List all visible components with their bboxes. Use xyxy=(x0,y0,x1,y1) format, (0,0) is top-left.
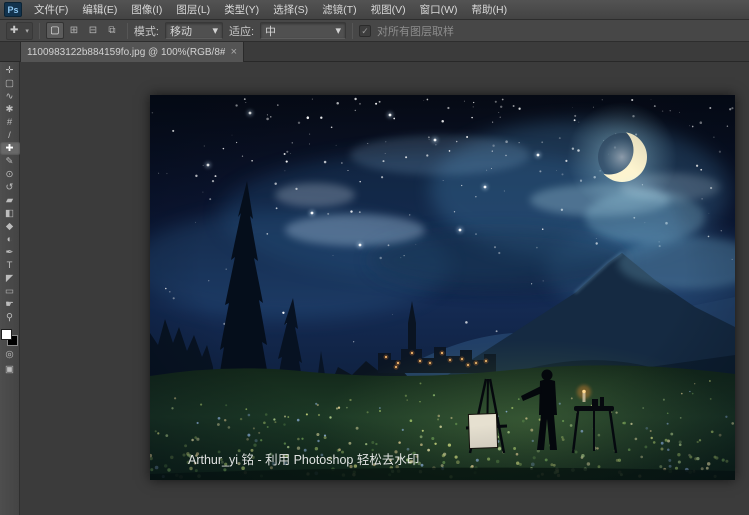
tool-preset-picker[interactable]: ✚ ▾ xyxy=(6,21,33,40)
menu-item-8[interactable]: 视图(V) xyxy=(364,0,413,19)
move-tool[interactable]: ✛ xyxy=(0,64,20,77)
adaptation-dropdown[interactable]: 中 ▾ xyxy=(260,22,347,39)
eraser-tool[interactable]: ▰ xyxy=(0,194,20,207)
divider xyxy=(352,22,354,39)
lasso-tool[interactable]: ∿ xyxy=(0,90,20,103)
options-bar: ✚ ▾ ▢ ⊞ ⊟ ⧉ 模式: 移动 ▾ 适应: 中 ▾ ✓ 对所有图层取样 xyxy=(0,20,749,42)
history-brush-tool[interactable]: ↺ xyxy=(0,181,20,194)
intersect-selection-icon[interactable]: ⧉ xyxy=(103,22,121,39)
chevron-down-icon: ▾ xyxy=(335,25,342,37)
blur-tool[interactable]: ◆ xyxy=(0,220,20,233)
selection-modes: ▢ ⊞ ⊟ ⧉ xyxy=(45,22,121,39)
menu-item-4[interactable]: 图层(L) xyxy=(169,0,217,19)
document-image[interactable]: Arthur_yi 铭 - 利用 Photoshop 轻松去水印 xyxy=(150,95,735,480)
subtract-selection-icon[interactable]: ⊟ xyxy=(84,22,102,39)
chevron-down-icon: ▾ xyxy=(212,25,218,37)
document-tab-title: 1100983122b884159fo.jpg @ 100%(RGB/8#) xyxy=(27,46,225,58)
watermark-text: Arthur_yi 铭 - 利用 Photoshop 轻松去水印 xyxy=(188,452,419,467)
menu-item-2[interactable]: 编辑(E) xyxy=(75,0,124,19)
tab-close-icon[interactable]: × xyxy=(225,46,237,58)
crop-tool[interactable]: # xyxy=(0,116,20,129)
shape-tool[interactable]: ▭ xyxy=(0,285,20,298)
mode-label: 模式: xyxy=(133,25,159,38)
adaptation-label: 适应: xyxy=(228,25,255,38)
eyedropper-tool[interactable]: / xyxy=(0,129,20,142)
adaptation-value: 中 xyxy=(265,25,277,38)
tab-bar: 1100983122b884159fo.jpg @ 100%(RGB/8#) × xyxy=(0,42,749,62)
type-tool[interactable]: T xyxy=(0,259,20,272)
path-selection-tool[interactable]: ◤ xyxy=(0,272,20,285)
sample-all-layers-label: 对所有图层取样 xyxy=(377,25,455,38)
menu-item-10[interactable]: 帮助(H) xyxy=(465,0,515,19)
quick-selection-tool[interactable]: ✱ xyxy=(0,103,20,116)
zoom-tool[interactable]: ⚲ xyxy=(0,311,20,324)
clone-stamp-tool[interactable]: ⊙ xyxy=(0,168,20,181)
document-tab[interactable]: 1100983122b884159fo.jpg @ 100%(RGB/8#) × xyxy=(20,42,244,62)
foreground-color-swatch[interactable] xyxy=(1,329,12,340)
color-swatches xyxy=(1,329,18,346)
tool-list: ✛ ▢ ∿ ✱ # / ✚ ✎ ⊙ ↺ ▰ ◧ ◆ ◐ ✒ T ◤ ▭ ☛ ⚲ xyxy=(0,64,20,324)
healing-brush-tool[interactable]: ✚ xyxy=(0,142,20,155)
new-selection-icon[interactable]: ▢ xyxy=(45,22,64,39)
brush-tool[interactable]: ✎ xyxy=(0,155,20,168)
menu-bar: Ps 文件(F) 编辑(E) 图像(I) 图层(L) 类型(Y) 选择(S) 滤镜(T) 视图… xyxy=(0,0,749,20)
mode-value: 移动 xyxy=(169,25,192,38)
dodge-tool[interactable]: ◐ xyxy=(0,233,20,246)
menu-item-1[interactable]: 文件(F) xyxy=(27,0,75,19)
gradient-tool[interactable]: ◧ xyxy=(0,207,20,220)
menu-item-6[interactable]: 选择(S) xyxy=(266,0,315,19)
rectangular-marquee-tool[interactable]: ▢ xyxy=(0,77,20,90)
menu-item-9[interactable]: 窗口(W) xyxy=(413,0,465,19)
pen-tool[interactable]: ✒ xyxy=(0,246,20,259)
screen-mode-button[interactable]: ▣ xyxy=(0,363,20,376)
menu-items: 文件(F) 编辑(E) 图像(I) 图层(L) 类型(Y) 选择(S) 滤镜(T) 视图(V)… xyxy=(27,0,514,19)
document-window[interactable]: Arthur_yi 铭 - 利用 Photoshop 轻松去水印 xyxy=(150,95,735,480)
tools-panel: ✛ ▢ ∿ ✱ # / ✚ ✎ ⊙ ↺ ▰ ◧ ◆ ◐ ✒ T ◤ ▭ ☛ ⚲ ◎ ▣ xyxy=(0,62,20,515)
mode-dropdown[interactable]: 移动 ▾ xyxy=(164,22,223,39)
divider xyxy=(126,22,128,39)
menu-item-3[interactable]: 图像(I) xyxy=(124,0,169,19)
canvas-area[interactable]: Arthur_yi 铭 - 利用 Photoshop 轻松去水印 xyxy=(20,62,749,515)
photoshop-logo: Ps xyxy=(4,2,22,17)
vignette xyxy=(150,95,735,480)
menu-item-7[interactable]: 滤镜(T) xyxy=(315,0,363,19)
current-tool-icon: ✚ xyxy=(10,25,19,36)
menu-item-5[interactable]: 类型(Y) xyxy=(217,0,266,19)
add-selection-icon[interactable]: ⊞ xyxy=(65,22,83,39)
sample-all-layers-checkbox[interactable]: ✓ xyxy=(359,24,372,37)
chevron-down-icon: ▾ xyxy=(25,27,29,35)
quick-mask-button[interactable]: ◎ xyxy=(0,348,20,361)
divider xyxy=(38,22,40,39)
hand-tool[interactable]: ☛ xyxy=(0,298,20,311)
